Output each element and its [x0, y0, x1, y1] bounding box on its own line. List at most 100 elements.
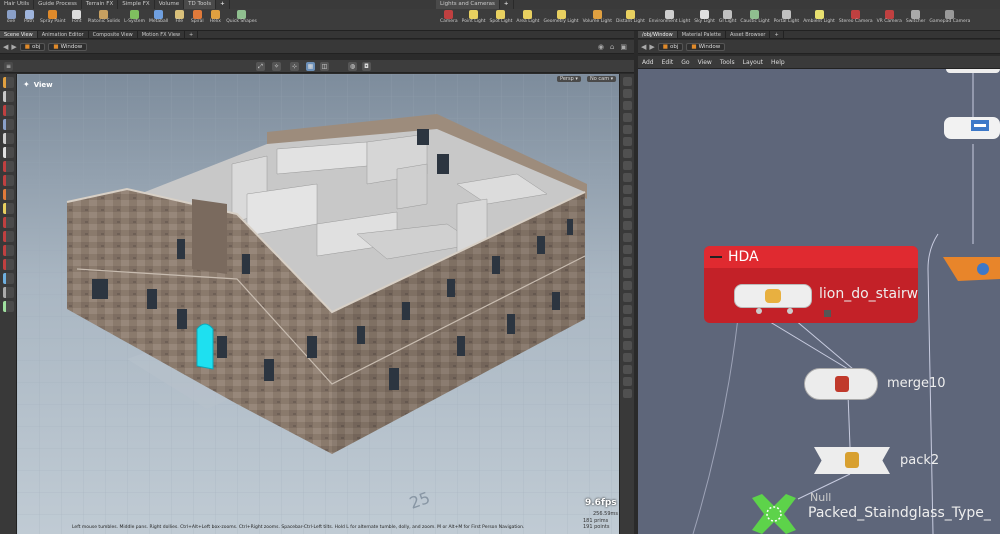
tab-td-tools[interactable]: TD Tools [184, 0, 217, 9]
persp-menu[interactable]: Persp ▾ [557, 76, 581, 82]
breadcrumb-node[interactable]: ■ Window [48, 42, 88, 51]
left-tool-10-icon[interactable] [2, 203, 14, 214]
display-option-15-icon[interactable] [622, 245, 632, 254]
display-option-20-icon[interactable] [622, 305, 632, 314]
tool-gamepad-camera[interactable]: Gamepad Camera [929, 9, 970, 24]
snap-active-icon[interactable]: ▦ [306, 62, 315, 71]
left-tool-4-icon[interactable] [2, 119, 14, 130]
pin-icon[interactable]: ◉ [598, 43, 604, 51]
display-option-21-icon[interactable] [622, 317, 632, 326]
snap-curve-icon[interactable]: ◫ [320, 62, 329, 71]
display-option-19-icon[interactable] [622, 293, 632, 302]
display-option-2-icon[interactable] [622, 89, 632, 98]
tool-geometry-light[interactable]: Geometry Light [543, 9, 579, 24]
tool-path[interactable]: Path [22, 9, 36, 24]
lion-do-stairwindow-node[interactable] [734, 284, 812, 308]
left-tool-13-icon[interactable] [2, 245, 14, 256]
back-arrow-icon[interactable]: ◀ [3, 43, 8, 51]
left-tool-1-icon[interactable] [2, 77, 14, 88]
viewport-menu-icon[interactable]: ≡ [4, 62, 13, 71]
tool-metaball[interactable]: Metaball [149, 9, 168, 24]
hda-network-box[interactable]: HDA lion_do_stairwindow [704, 246, 918, 323]
tool-point-light[interactable]: Point Light [462, 9, 486, 24]
menu-add[interactable]: Add [638, 59, 658, 66]
left-tool-12-icon[interactable] [2, 231, 14, 242]
display-option-12-icon[interactable] [622, 209, 632, 218]
tab--obj-window[interactable]: /obj/Window [638, 31, 678, 38]
breadcrumb-root[interactable]: ■ obj [19, 42, 46, 51]
add-tab-button[interactable]: + [216, 0, 230, 9]
tool-volume-light[interactable]: Volume Light [583, 9, 612, 24]
tool-caustic-light[interactable]: Caustic Light [740, 9, 770, 24]
tool-ambient-light[interactable]: Ambient Light [803, 9, 835, 24]
tab-guide-process[interactable]: Guide Process [34, 0, 82, 9]
tool-switcher[interactable]: Switcher [906, 9, 925, 24]
display-option-4-icon[interactable] [622, 113, 632, 122]
camera-icon[interactable]: ◘ [362, 62, 371, 71]
expand-icon[interactable]: ▣ [620, 43, 627, 51]
tab-material-palette[interactable]: Material Palette [678, 31, 726, 38]
display-option-18-icon[interactable] [622, 281, 632, 290]
tool-camera[interactable]: Camera [440, 9, 458, 24]
display-option-17-icon[interactable] [622, 269, 632, 278]
left-tool-5-icon[interactable] [2, 133, 14, 144]
tool-spray-paint[interactable]: Spray Paint [40, 9, 66, 24]
display-option-10-icon[interactable] [622, 185, 632, 194]
tab-animation-editor[interactable]: Animation Editor [38, 31, 89, 38]
display-option-14-icon[interactable] [622, 233, 632, 242]
display-option-3-icon[interactable] [622, 101, 632, 110]
output-connector[interactable] [756, 308, 762, 314]
breadcrumb-root[interactable]: ■ obj [657, 42, 684, 51]
left-tool-7-icon[interactable] [2, 161, 14, 172]
add-tab-button[interactable]: + [770, 31, 784, 38]
snap-grid-icon[interactable]: ✧ [272, 62, 281, 71]
left-tool-8-icon[interactable] [2, 175, 14, 186]
display-option-24-icon[interactable] [622, 353, 632, 362]
tab-hair-utils[interactable]: Hair Utils [0, 0, 35, 9]
collapse-icon[interactable] [710, 256, 722, 258]
tool-ove[interactable]: ove [4, 9, 18, 24]
tool-stereo-camera[interactable]: Stereo Camera [839, 9, 873, 24]
scene-viewport[interactable]: 25 ✦ View Persp ▾ No cam ▾ 9.6fps 256.59… [17, 74, 619, 534]
tab-asset-browser[interactable]: Asset Browser [726, 31, 771, 38]
forward-arrow-icon[interactable]: ▶ [649, 43, 654, 51]
tool-spot-light[interactable]: Spot Light [490, 9, 512, 24]
tab-scene-view[interactable]: Scene View [0, 31, 38, 38]
tool-platonic-solids[interactable]: Platonic Solids [88, 9, 120, 24]
output-connector[interactable] [787, 308, 793, 314]
left-tool-3-icon[interactable] [2, 105, 14, 116]
tool-font[interactable]: Font [70, 9, 84, 24]
menu-tools[interactable]: Tools [716, 59, 739, 66]
menu-view[interactable]: View [694, 59, 716, 66]
add-tab-button[interactable]: + [500, 0, 514, 9]
tool-l-system[interactable]: L-System [124, 9, 145, 24]
tab-simple-fx[interactable]: Simple FX [118, 0, 155, 9]
breadcrumb-node[interactable]: ■ Window [686, 42, 726, 51]
left-tool-17-icon[interactable] [2, 301, 14, 312]
tab-volume[interactable]: Volume [155, 0, 185, 9]
left-tool-14-icon[interactable] [2, 259, 14, 270]
display-option-27-icon[interactable] [622, 389, 632, 398]
null-node[interactable] [748, 494, 800, 534]
merge10-node[interactable] [804, 368, 878, 400]
display-option-6-icon[interactable] [622, 137, 632, 146]
forward-arrow-icon[interactable]: ▶ [11, 43, 16, 51]
camera-menu[interactable]: No cam ▾ [587, 76, 617, 82]
left-tool-11-icon[interactable] [2, 217, 14, 228]
tab-lights-and-cameras[interactable]: Lights and Cameras [436, 0, 500, 9]
left-tool-16-icon[interactable] [2, 287, 14, 298]
menu-edit[interactable]: Edit [658, 59, 678, 66]
left-tool-6-icon[interactable] [2, 147, 14, 158]
link-icon[interactable]: ⌂ [610, 43, 614, 51]
tool-spiral[interactable]: Spiral [190, 9, 204, 24]
tool-area-light[interactable]: Area Light [516, 9, 539, 24]
tool-helix[interactable]: Helix [208, 9, 222, 24]
visibility-icon[interactable]: ◍ [348, 62, 357, 71]
back-arrow-icon[interactable]: ◀ [641, 43, 646, 51]
snap-point-icon[interactable]: ⊹ [290, 62, 299, 71]
tool-distant-light[interactable]: Distant Light [616, 9, 645, 24]
tool-portal-light[interactable]: Portal Light [774, 9, 799, 24]
display-option-23-icon[interactable] [622, 341, 632, 350]
display-option-7-icon[interactable] [622, 149, 632, 158]
hda-box-header[interactable]: HDA [704, 246, 918, 268]
